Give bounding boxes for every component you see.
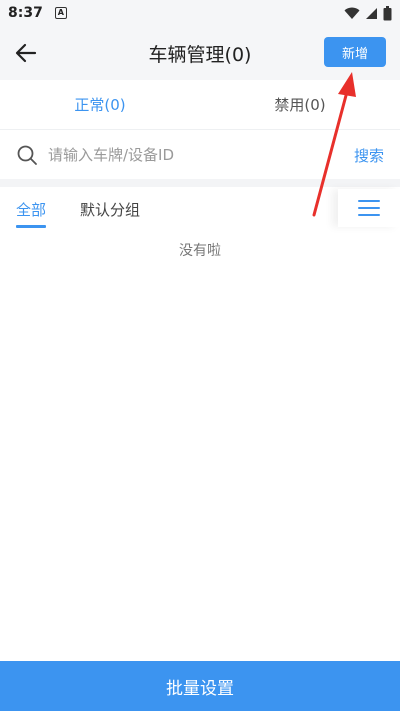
battery-icon	[383, 5, 392, 20]
group-tab-bar: 全部 默认分组	[0, 187, 400, 231]
empty-list-message: 没有啦	[179, 243, 221, 259]
status-time: 8:37	[8, 5, 43, 21]
search-bar: 搜索	[0, 131, 400, 179]
tab-normal[interactable]: 正常(0)	[0, 80, 200, 129]
search-input[interactable]	[48, 146, 344, 164]
signal-icon	[366, 7, 377, 19]
group-tab-all[interactable]: 全部	[16, 187, 47, 231]
group-menu-button[interactable]	[338, 189, 400, 227]
wifi-icon	[344, 7, 360, 19]
notification-app-icon: A	[54, 7, 67, 19]
search-icon	[17, 145, 37, 165]
tab-disabled[interactable]: 禁用(0)	[200, 80, 400, 129]
page-title: 车辆管理(0)	[148, 43, 252, 66]
vehicle-management-screen: 8:37 A 车辆管理(0) 新增 正常(0) 禁用(0) 请输入车牌/设备ID…	[0, 0, 400, 711]
back-arrow-icon	[15, 43, 37, 63]
top-app-bar: 车辆管理(0) 新增	[0, 26, 400, 80]
group-tab-default[interactable]: 默认分组	[80, 187, 140, 231]
section-divider	[0, 179, 400, 187]
search-button[interactable]: 搜索	[354, 145, 384, 166]
add-vehicle-button[interactable]: 新增	[324, 37, 386, 67]
menu-icon	[358, 200, 380, 216]
status-tab-bar: 正常(0) 禁用(0)	[0, 80, 400, 130]
back-button[interactable]	[12, 40, 40, 66]
batch-settings-button[interactable]: 批量设置	[0, 661, 400, 711]
status-indicators	[344, 5, 392, 21]
status-bar: 8:37 A	[0, 0, 400, 26]
